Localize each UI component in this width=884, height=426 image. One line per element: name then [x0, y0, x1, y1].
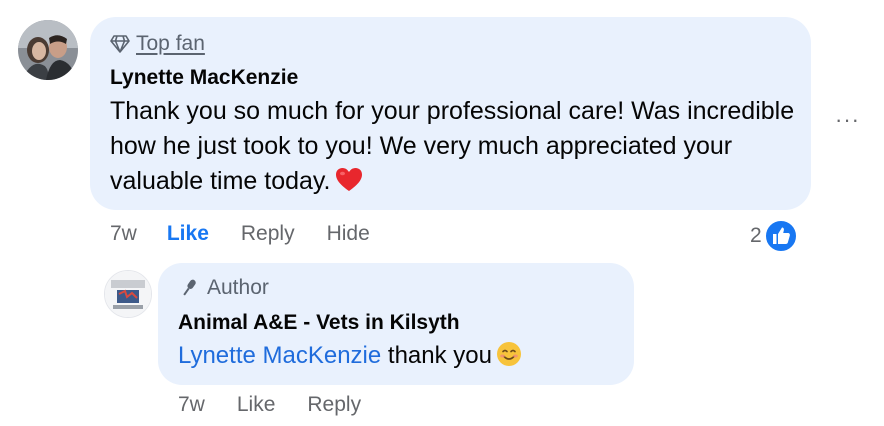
- hide-button[interactable]: Hide: [327, 222, 370, 246]
- comment-author-name[interactable]: Lynette MacKenzie: [110, 66, 298, 90]
- reaction-summary[interactable]: 2: [750, 219, 798, 253]
- reply-body: thank you: [387, 342, 492, 369]
- like-button[interactable]: Like: [167, 222, 209, 246]
- reply-actions: 7w Like Reply: [178, 391, 393, 419]
- reply-button[interactable]: Reply: [241, 222, 295, 246]
- reply-timestamp[interactable]: 7w: [178, 393, 205, 417]
- more-options-icon[interactable]: ···: [835, 107, 860, 133]
- reply-bubble: Author Animal A&E - Vets in Kilsyth Lyne…: [158, 263, 634, 385]
- page-avatar[interactable]: [104, 270, 152, 318]
- animal-ae-logo-icon: [105, 271, 151, 317]
- comment-timestamp[interactable]: 7w: [110, 222, 137, 246]
- reply-button[interactable]: Reply: [307, 393, 361, 417]
- like-button[interactable]: Like: [237, 393, 276, 417]
- comment-body: Thank you so much for your professional …: [110, 97, 795, 195]
- top-comment-bubble: Top fan Lynette MacKenzie Thank you so m…: [90, 17, 811, 210]
- badge-label: Top fan: [136, 32, 205, 55]
- top-comment-actions: 7w Like Reply Hide: [110, 220, 402, 248]
- badge-label: Author: [207, 276, 269, 299]
- top-fan-badge[interactable]: Top fan: [110, 32, 205, 55]
- like-reaction-icon: [763, 219, 798, 253]
- reply-author-name[interactable]: Animal A&E - Vets in Kilsyth: [178, 311, 460, 335]
- microphone-icon: [183, 279, 196, 296]
- commenter-avatar[interactable]: [18, 20, 78, 80]
- avatar-photo-icon: [18, 20, 78, 80]
- diamond-icon: [110, 35, 130, 53]
- reply-text: Lynette MacKenzie thank you: [178, 341, 522, 374]
- comment-text: Thank you so much for your professional …: [110, 94, 800, 203]
- reaction-count: 2: [750, 224, 762, 247]
- smiling-face-emoji: [496, 341, 522, 374]
- mention-link[interactable]: Lynette MacKenzie: [178, 342, 381, 369]
- author-badge[interactable]: Author: [178, 276, 269, 300]
- red-heart-emoji: [335, 167, 363, 203]
